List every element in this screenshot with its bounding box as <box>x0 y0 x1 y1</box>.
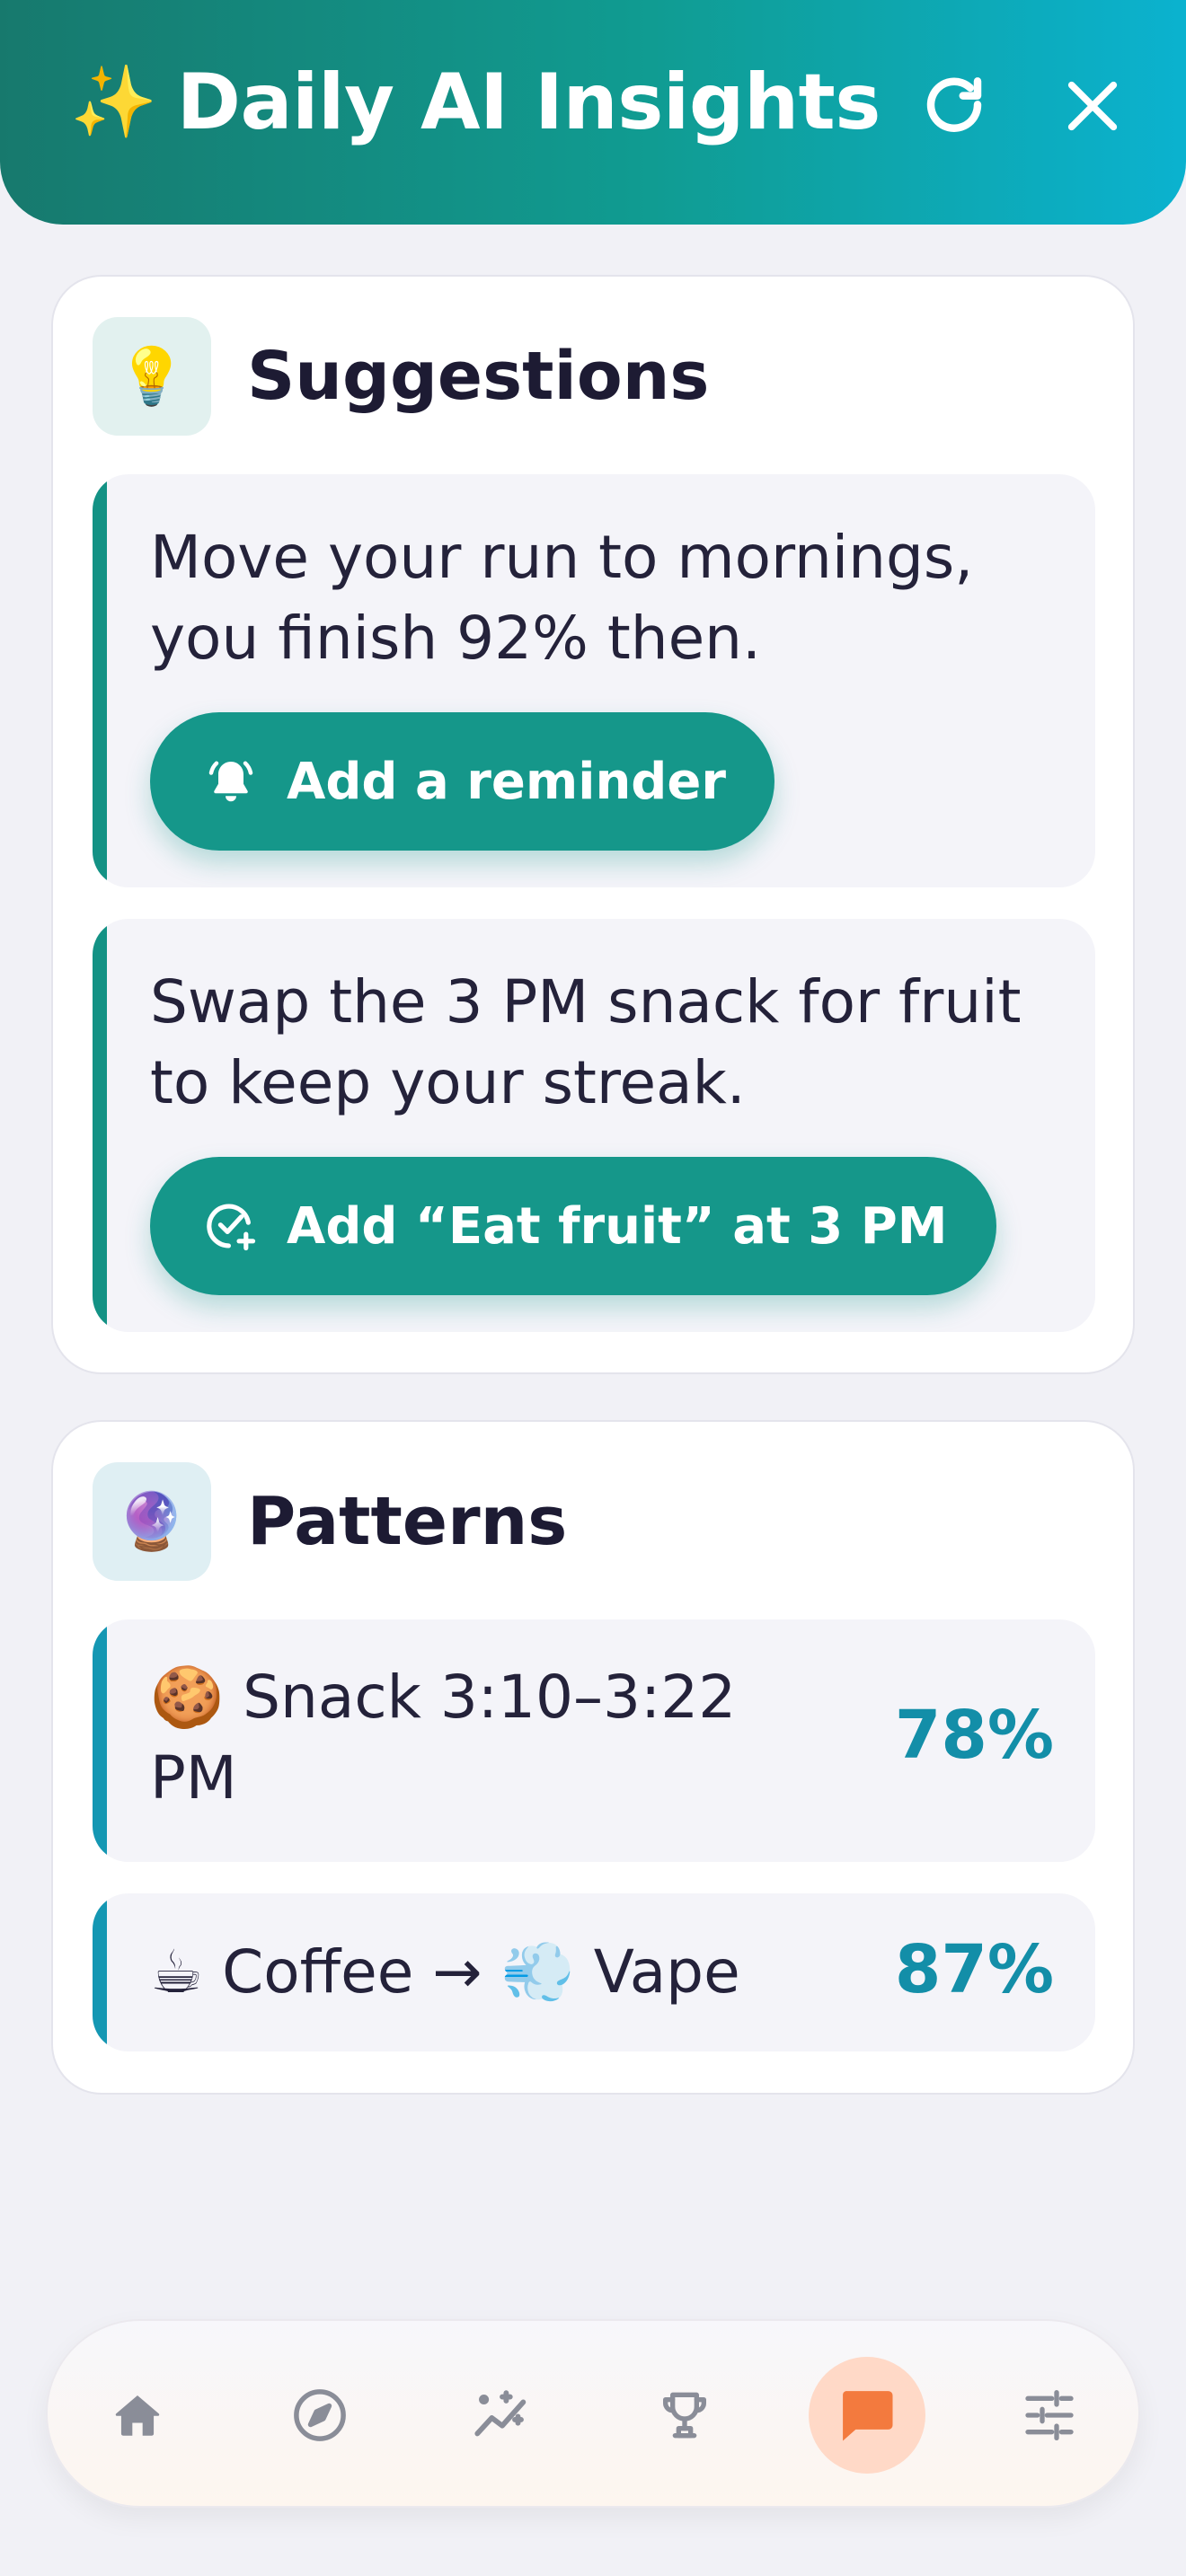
pattern-item: 🍪 Snack 3:10–3:22 PM 78% <box>93 1619 1095 1862</box>
nav-settings[interactable] <box>991 2357 1108 2474</box>
lightbulb-icon: 💡 <box>93 317 211 436</box>
header: ✨ Daily AI Insights <box>0 0 1186 225</box>
pattern-item: ☕ Coffee → 💨 Vape 87% <box>93 1893 1095 2051</box>
chat-icon <box>843 2391 893 2441</box>
compass-icon <box>294 2389 346 2441</box>
home-icon <box>115 2395 160 2436</box>
nav-chat[interactable] <box>809 2357 925 2474</box>
page-title: Daily AI Insights <box>176 57 881 147</box>
pattern-percent: 87% <box>894 1931 1054 2008</box>
sparkles-icon: ✨ <box>70 62 157 143</box>
suggestion-text: Swap the 3 PM snack for fruit to keep yo… <box>150 967 1022 1117</box>
suggestion-text: Move your run to mornings, you finish 92… <box>150 523 974 673</box>
close-icon <box>1067 81 1118 131</box>
nav-home[interactable] <box>79 2357 196 2474</box>
close-button[interactable] <box>1048 61 1137 151</box>
suggestions-header: 💡 Suggestions <box>93 317 709 436</box>
patterns-card: 🔮 Patterns 🍪 Snack 3:10–3:22 PM 78% ☕ Co… <box>51 1420 1135 2095</box>
add-reminder-label: Add a reminder <box>287 752 726 811</box>
pattern-percent: 78% <box>894 1697 1054 1774</box>
nav-explore[interactable] <box>261 2357 378 2474</box>
nav-trends[interactable] <box>444 2357 561 2474</box>
suggestions-title: Suggestions <box>247 338 710 415</box>
suggestion-item: Move your run to mornings, you finish 92… <box>93 474 1095 887</box>
add-reminder-button[interactable]: Add a reminder <box>150 712 774 851</box>
add-eat-fruit-button[interactable]: Add “Eat fruit” at 3 PM <box>150 1157 996 1295</box>
suggestion-item: Swap the 3 PM snack for fruit to keep yo… <box>93 919 1095 1332</box>
trophy-icon <box>663 2392 706 2439</box>
header-title: ✨ Daily AI Insights <box>70 57 881 147</box>
trend-icon <box>474 2390 527 2437</box>
patterns-header: 🔮 Patterns <box>93 1462 567 1581</box>
patterns-title: Patterns <box>247 1483 568 1560</box>
nav-achievements[interactable] <box>626 2357 743 2474</box>
sliders-icon <box>1025 2390 1074 2440</box>
check-add-icon <box>202 1197 260 1255</box>
bell-icon <box>202 753 260 810</box>
refresh-button[interactable] <box>909 61 999 151</box>
suggestions-card: 💡 Suggestions Move your run to mornings,… <box>51 275 1135 1374</box>
pattern-text: 🍪 Snack 3:10–3:22 PM <box>150 1663 737 1813</box>
refresh-icon <box>926 77 982 132</box>
bottom-nav <box>46 2319 1140 2508</box>
pattern-text: ☕ Coffee → 💨 Vape <box>150 1937 740 2007</box>
crystal-ball-icon: 🔮 <box>93 1462 211 1581</box>
add-eat-fruit-label: Add “Eat fruit” at 3 PM <box>287 1196 948 1256</box>
